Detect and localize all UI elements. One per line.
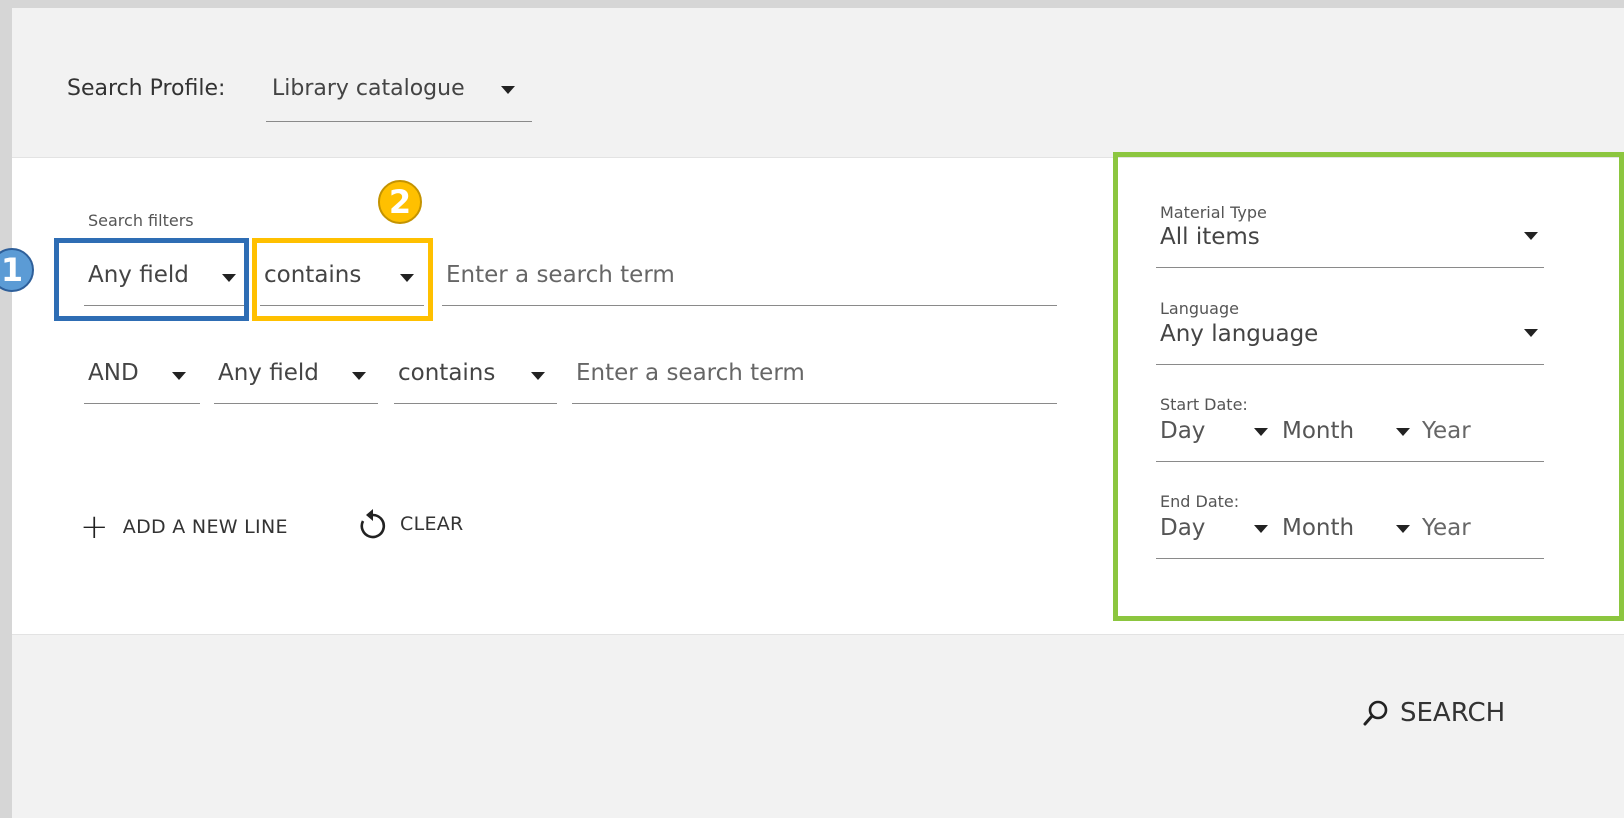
plus-icon: + — [80, 507, 109, 547]
caret-down-icon — [1254, 428, 1268, 436]
caret-down-icon — [1254, 525, 1268, 533]
end-date-label: End Date: — [1160, 492, 1240, 511]
language-value: Any language — [1160, 321, 1319, 347]
annotation-badge-2: 2 — [378, 180, 422, 224]
line2-field-value: Any field — [218, 360, 319, 386]
clear-label: CLEAR — [400, 513, 464, 535]
line2-operator-value: contains — [398, 360, 496, 386]
search-profile-label: Search Profile: — [67, 76, 226, 101]
search-profile-select[interactable]: Library catalogue — [266, 72, 532, 122]
add-new-line-button[interactable]: + ADD A NEW LINE — [80, 510, 288, 544]
search-filters-section: Search filters Any field contains Enter … — [12, 152, 1624, 635]
magnifier-icon — [1363, 700, 1388, 726]
caret-down-icon — [352, 372, 366, 380]
advanced-search-panel: Search Profile: Library catalogue Search… — [12, 8, 1624, 818]
caret-down-icon — [1396, 525, 1410, 533]
search-profile-value: Library catalogue — [272, 76, 465, 101]
search-button[interactable]: SEARCH — [1362, 698, 1505, 728]
start-date-label: Start Date: — [1160, 395, 1248, 414]
start-day-select[interactable]: Day — [1160, 418, 1205, 444]
line2-boolean-value: AND — [88, 360, 139, 386]
end-year-input[interactable]: Year — [1422, 515, 1471, 541]
caret-down-icon — [1524, 232, 1538, 240]
material-type-select[interactable]: All items — [1156, 222, 1544, 268]
reset-icon — [360, 509, 386, 539]
language-select[interactable]: Any language — [1156, 319, 1544, 365]
line2-field-select[interactable]: Any field — [214, 360, 378, 404]
search-filters-caption: Search filters — [88, 211, 194, 230]
material-type-value: All items — [1160, 224, 1260, 250]
line1-search-input[interactable]: Enter a search term — [442, 262, 1057, 306]
caret-down-icon — [1524, 329, 1538, 337]
search-button-label: SEARCH — [1400, 698, 1506, 728]
end-month-select[interactable]: Month — [1282, 515, 1354, 541]
start-year-input[interactable]: Year — [1422, 418, 1471, 444]
highlight-operator-select — [252, 238, 433, 321]
highlight-field-select — [54, 238, 249, 321]
search-profile-row: Search Profile: Library catalogue — [67, 72, 532, 122]
line2-boolean-select[interactable]: AND — [84, 360, 200, 404]
line2-operator-select[interactable]: contains — [394, 360, 557, 404]
caret-down-icon — [501, 86, 515, 94]
caret-down-icon — [531, 372, 545, 380]
line1-search-placeholder: Enter a search term — [446, 262, 675, 288]
start-date-group: Day Month Year — [1156, 416, 1544, 462]
clear-button[interactable]: CLEAR — [358, 508, 464, 540]
end-date-group: Day Month Year — [1156, 513, 1544, 559]
caret-down-icon — [1396, 428, 1410, 436]
screenshot-frame: Search Profile: Library catalogue Search… — [0, 0, 1624, 818]
add-new-line-label: ADD A NEW LINE — [122, 516, 288, 538]
end-day-select[interactable]: Day — [1160, 515, 1205, 541]
line2-search-placeholder: Enter a search term — [576, 360, 805, 386]
line2-search-input[interactable]: Enter a search term — [572, 360, 1057, 404]
language-label: Language — [1160, 299, 1239, 318]
start-month-select[interactable]: Month — [1282, 418, 1354, 444]
caret-down-icon — [172, 372, 186, 380]
material-type-label: Material Type — [1160, 203, 1267, 222]
